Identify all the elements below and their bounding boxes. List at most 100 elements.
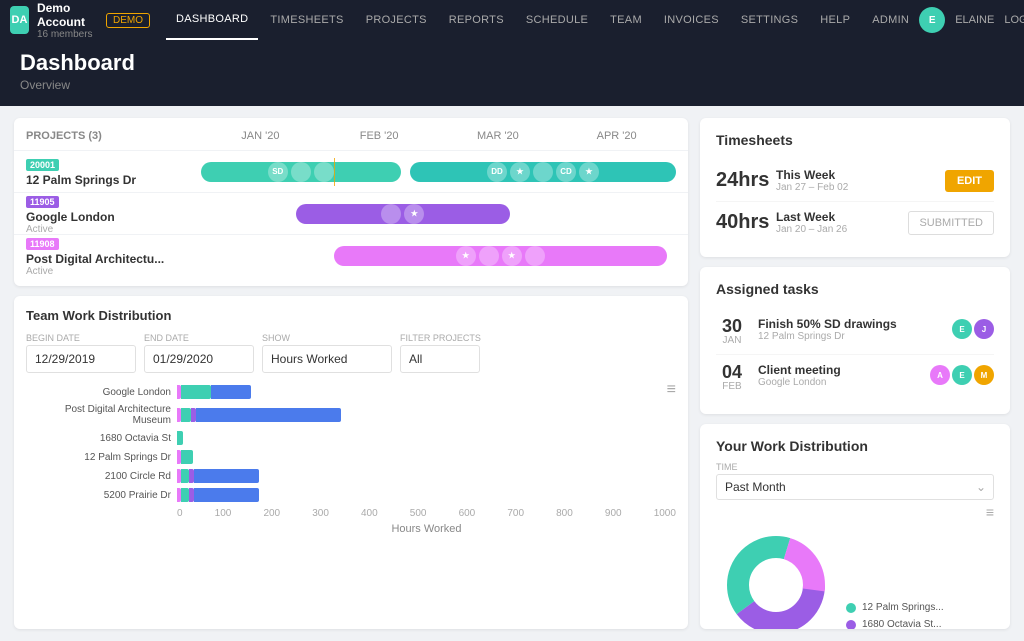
nav-logout[interactable]: LOGOUT [1004,14,1024,26]
ts-week-thisweek: This Week [776,168,945,182]
nav-right: E ELAINE LOGOUT [919,7,1024,33]
donut-area: 12 Palm Springs... 1680 Octavia St... [716,530,994,629]
end-date-group: End Date [144,333,254,373]
legend-label-ps: 12 Palm Springs... [862,602,944,613]
gantt-projects-label: PROJECTS (3) [26,130,201,142]
xaxis-1000: 1000 [654,508,676,519]
nav-schedule[interactable]: SCHEDULE [516,0,598,40]
gantt-bar-1a: SD [201,162,401,182]
workdist-card: Your Work Distribution Time Past Month P… [700,424,1010,629]
show-label: Show [262,333,392,343]
bar-row-prairie: 5200 Prairie Dr [26,488,676,502]
bar-label-gl: Google London [26,387,171,398]
gantt-row-2: 11905 Google London Active ★ [14,192,688,234]
bar-circle-blue [194,469,259,483]
phase-star-3b: ★ [502,246,522,266]
brand-logo: DA [10,6,29,34]
nav-dashboard[interactable]: DASHBOARD [166,0,258,40]
end-date-input[interactable] [144,345,254,373]
end-date-label: End Date [144,333,254,343]
gantt-month-feb: FEB '20 [320,130,439,142]
twd-filters: Begin Date End Date Show Hours Worked Fi… [26,333,676,373]
project-id-3: 11908 [26,238,59,250]
wdist-header: Your Work Distribution [716,438,994,454]
task-name-2: Client meeting [758,363,920,377]
task-info-2: Client meeting Google London [758,363,920,388]
wdist-menu-icon[interactable]: ≡ [986,504,994,520]
task-project-1: 12 Palm Springs Dr [758,331,942,342]
timesheet-row-thisweek: 24hrs This Week Jan 27 – Feb 02 EDIT [716,160,994,202]
show-group: Show Hours Worked [262,333,392,373]
bar-octavia-teal [177,431,183,445]
bar-track-prairie [177,488,676,502]
begin-date-label: Begin Date [26,333,136,343]
phase-star2 [533,162,553,182]
legend-dot-ps [846,603,856,613]
begin-date-group: Begin Date [26,333,136,373]
task-date-2: 04 FEB [716,363,748,392]
brand[interactable]: DA Demo Account 16 members DEMO [10,1,150,40]
chart-xaxis: 0 100 200 300 400 500 600 700 800 900 10… [26,508,676,519]
project-tag-2: 11905 [26,196,59,208]
submitted-button[interactable]: SUBMITTED [908,211,994,235]
xaxis-500: 500 [410,508,427,519]
show-select[interactable]: Hours Worked [262,345,392,373]
gantt-timeline-3: ★ ★ [201,242,676,270]
ts-dates-thisweek: Jan 27 – Feb 02 [776,182,945,193]
phase-dots-1: SD [262,162,340,182]
project-name-1: 12 Palm Springs Dr [26,173,201,187]
nav-timesheets[interactable]: TIMESHEETS [260,0,353,40]
bar-label-ps: 12 Palm Springs Dr [26,452,171,463]
xaxis-400: 400 [361,508,378,519]
ts-dates-lastweek: Jan 20 – Jan 26 [776,224,908,235]
begin-date-input[interactable] [26,345,136,373]
task-avatar-2b: E [952,365,972,385]
nav-settings[interactable]: SETTINGS [731,0,808,40]
ts-hours-thisweek: 24hrs [716,169,776,192]
nav-team[interactable]: TEAM [600,0,652,40]
gantt-timeline-1: SD DD ★ CD ★ [201,158,676,186]
nav-help[interactable]: HELP [810,0,860,40]
ts-info-lastweek: Last Week Jan 20 – Jan 26 [776,210,908,235]
task-avatar-1b: J [974,319,994,339]
right-panel: Timesheets 24hrs This Week Jan 27 – Feb … [700,118,1010,629]
task-project-2: Google London [758,377,920,388]
xaxis-600: 600 [459,508,476,519]
timesheet-row-lastweek: 40hrs Last Week Jan 20 – Jan 26 SUBMITTE… [716,202,994,243]
time-filter-wrapper: Time Past Month Past Week Past Year [716,462,994,500]
xaxis-900: 900 [605,508,622,519]
time-label: Time [716,462,994,472]
nav-reports[interactable]: REPORTS [439,0,514,40]
phase-dot2 [314,162,334,182]
project-tag-3: 11908 [26,238,59,250]
phase-dot1 [291,162,311,182]
gantt-bar-3: ★ ★ [334,246,667,266]
filter-projects-select[interactable]: All [400,345,480,373]
time-filter-container: Past Month Past Week Past Year [716,474,994,500]
task-row-2: 04 FEB Client meeting Google London A E … [716,355,994,400]
nav-invoices[interactable]: INVOICES [654,0,729,40]
gantt-month-jan: JAN '20 [201,130,320,142]
timesheets-title: Timesheets [716,132,994,148]
nav-menu: DASHBOARD TIMESHEETS PROJECTS REPORTS SC… [166,0,919,40]
donut-chart [716,530,836,629]
bar-ps-teal [181,450,193,464]
edit-button[interactable]: EDIT [945,170,994,192]
gantt-month-apr: APR '20 [557,130,676,142]
gantt-bar-2: ★ [296,204,510,224]
tasks-title: Assigned tasks [716,281,994,297]
nav-projects[interactable]: PROJECTS [356,0,437,40]
task-month-1: JAN [716,335,748,346]
main-layout: PROJECTS (3) JAN '20 FEB '20 MAR '20 APR… [0,106,1024,641]
phase-star1: ★ [510,162,530,182]
left-panel: PROJECTS (3) JAN '20 FEB '20 MAR '20 APR… [14,118,688,629]
task-month-2: FEB [716,381,748,392]
twd-title: Team Work Distribution [26,308,676,323]
task-avatar-2c: M [974,365,994,385]
legend-dot-octavia [846,620,856,630]
time-filter-select[interactable]: Past Month Past Week Past Year [716,474,994,500]
xaxis-200: 200 [263,508,280,519]
phase-star3: ★ [579,162,599,182]
nav-admin[interactable]: ADMIN [862,0,919,40]
task-day-1: 30 [716,317,748,335]
